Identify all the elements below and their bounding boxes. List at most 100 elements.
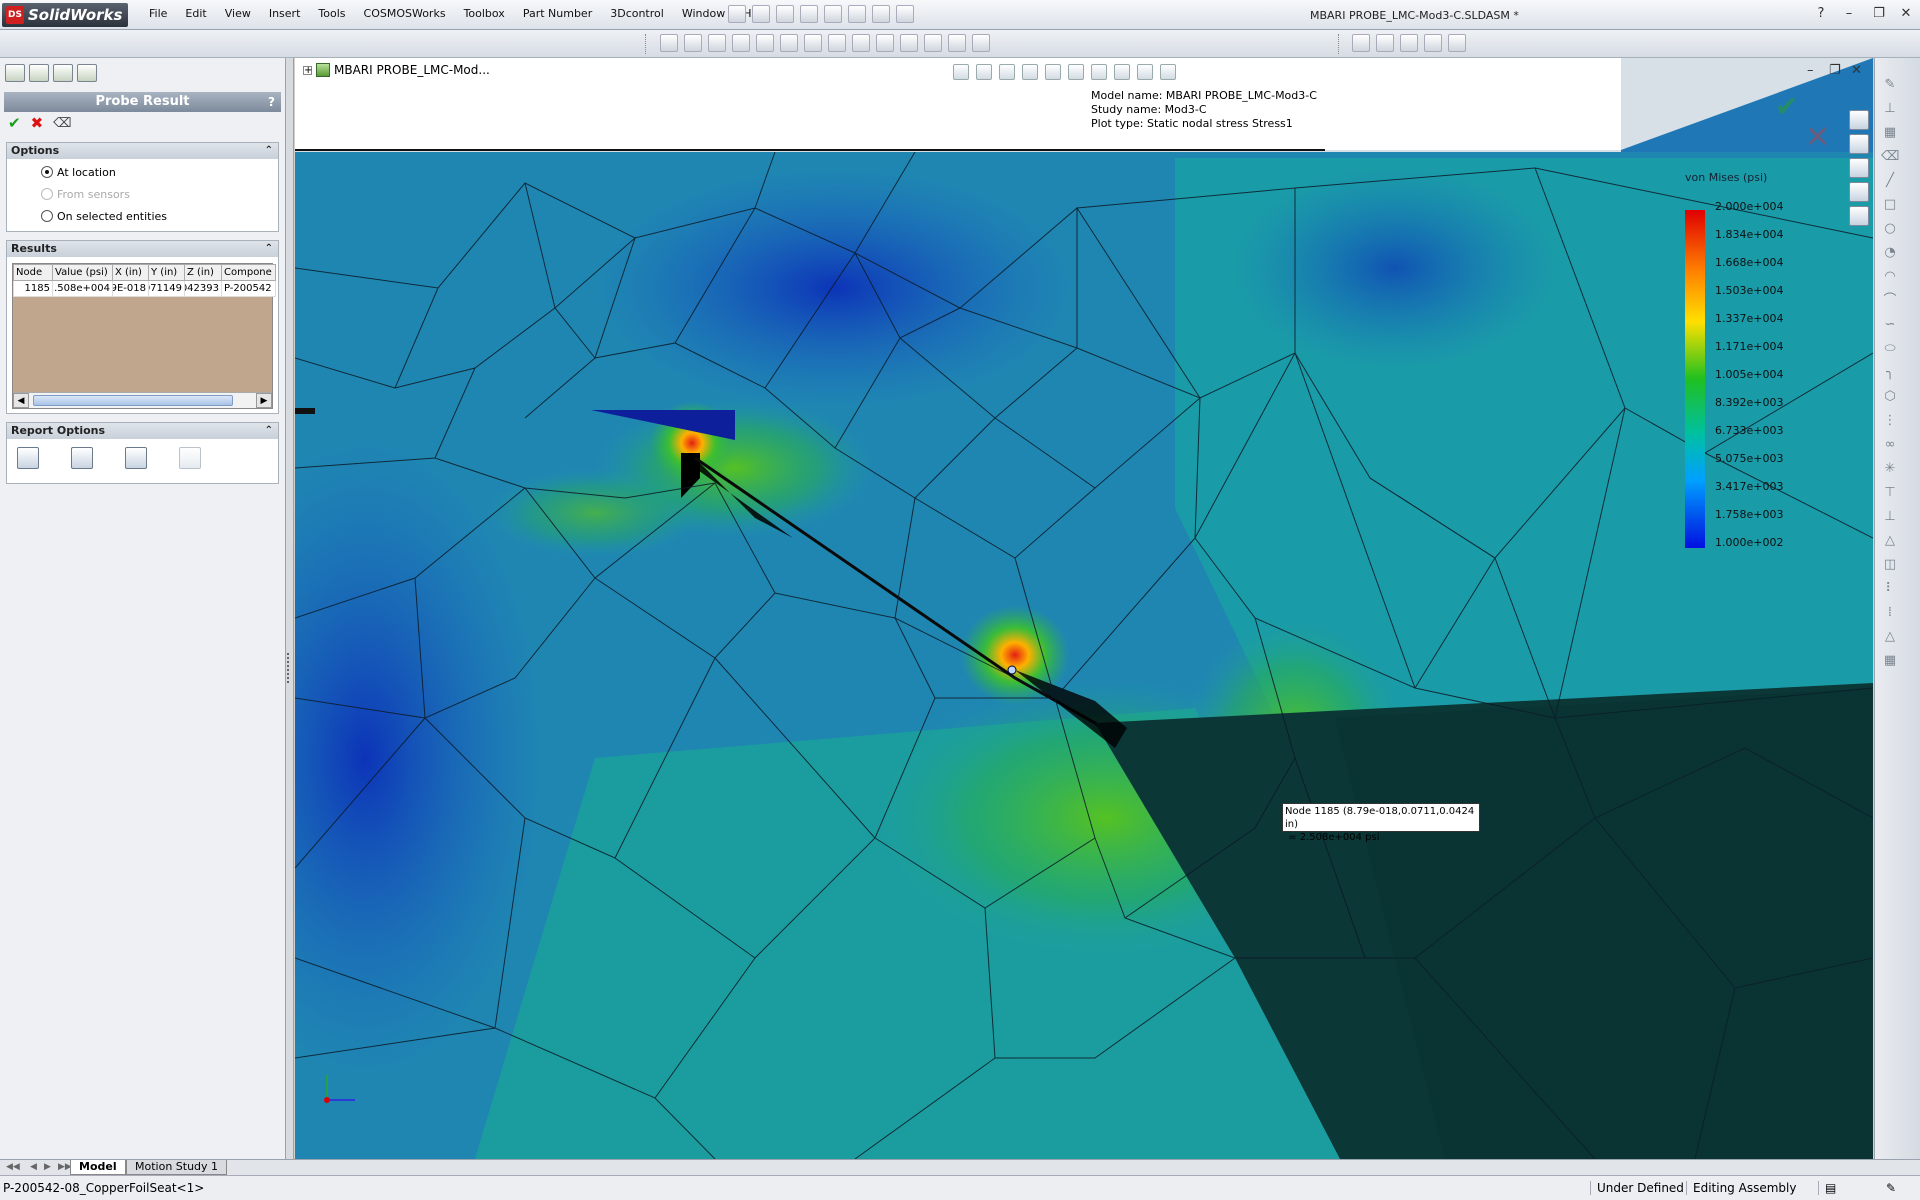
graphics-area[interactable]: + MBARI PROBE_LMC-Mod... Model name: MBA… (295, 58, 1873, 1159)
plot-graph-icon[interactable] (125, 447, 147, 469)
tab-model[interactable]: Model (70, 1160, 126, 1175)
expand-icon[interactable]: + (303, 65, 312, 75)
first-tab-icon[interactable]: ◀◀ (6, 1162, 20, 1172)
solidworks-logo[interactable]: DS SolidWorks (2, 3, 128, 27)
polygon-icon[interactable]: ⬡ (1881, 388, 1899, 406)
record-icon[interactable] (1400, 34, 1418, 52)
zoom-to-fit-icon[interactable] (953, 64, 969, 80)
trim-icon[interactable]: ⊤ (1881, 484, 1899, 502)
save-icon[interactable] (776, 5, 794, 23)
options-group-header[interactable]: Options ⌃ (7, 143, 278, 159)
previous-view-icon[interactable] (999, 64, 1015, 80)
panel-splitter[interactable] (286, 58, 294, 1159)
menu-tools[interactable]: Tools (309, 7, 354, 20)
results-group-header[interactable]: Results ⌃ (7, 241, 278, 257)
centerline-icon[interactable]: ⋮ (1881, 412, 1899, 430)
hide-show-items-icon[interactable] (1091, 64, 1107, 80)
tab-motion-study-1[interactable]: Motion Study 1 (126, 1160, 228, 1175)
pushpin-icon[interactable]: ⌫ (53, 116, 71, 131)
menu-view[interactable]: View (216, 7, 260, 20)
menu-edit[interactable]: Edit (176, 7, 215, 20)
column-header[interactable]: Compone (221, 264, 276, 281)
radio-button-icon[interactable] (41, 210, 53, 222)
scroll-left-icon[interactable]: ◀ (13, 393, 29, 408)
new-document-icon[interactable] (728, 5, 746, 23)
rotate-component-icon[interactable] (732, 34, 750, 52)
pattern-icon[interactable]: ⁞ (1881, 604, 1899, 622)
hide-show-icon[interactable] (828, 34, 846, 52)
design-library-icon[interactable] (1849, 134, 1869, 154)
insert-component-icon[interactable] (660, 34, 678, 52)
grid-icon[interactable]: ▦ (1881, 124, 1899, 142)
sketch-icon[interactable]: ✎ (1881, 76, 1899, 94)
move-entities-icon[interactable]: ⠇ (1881, 580, 1899, 598)
column-header[interactable]: Z (in) (184, 264, 222, 281)
assembly-features-icon[interactable] (876, 34, 894, 52)
menu-3dcontrol[interactable]: 3Dcontrol (601, 7, 673, 20)
collapse-chevron-icon[interactable]: ⌃ (265, 423, 273, 439)
option-on-selected-entities[interactable]: On selected entities (7, 205, 278, 227)
column-header[interactable]: X (in) (112, 264, 149, 281)
rectangle-icon[interactable]: □ (1881, 196, 1899, 214)
menu-part-number[interactable]: Part Number (514, 7, 601, 20)
collapse-chevron-icon[interactable]: ⌃ (265, 241, 273, 257)
new-motion-study-icon[interactable] (924, 34, 942, 52)
collapse-chevron-icon[interactable]: ⌃ (265, 143, 273, 159)
quick-tips-icon[interactable]: ▤ (1818, 1181, 1836, 1195)
menu-cosmosworks[interactable]: COSMOSWorks (355, 7, 455, 20)
view-palette-icon[interactable] (1849, 182, 1869, 202)
print-icon[interactable] (800, 5, 818, 23)
rebuild-icon[interactable] (872, 5, 890, 23)
appearances-icon[interactable] (1849, 206, 1869, 226)
next-tab-icon[interactable]: ▶ (44, 1162, 51, 1172)
help-icon[interactable]: ? (268, 92, 275, 112)
relations-icon[interactable]: △ (1881, 628, 1899, 646)
save-as-sensor-icon[interactable] (17, 447, 39, 469)
prev-tab-icon[interactable]: ◀ (30, 1162, 37, 1172)
zoom-to-area-icon[interactable] (976, 64, 992, 80)
line-icon[interactable]: ╱ (1881, 172, 1899, 190)
point-icon[interactable]: ✳ (1881, 460, 1899, 478)
ok-check-icon[interactable]: ✔ (8, 114, 21, 132)
tangent-arc-icon[interactable]: ⌒ (1881, 292, 1899, 310)
option-at-location[interactable]: At location (7, 161, 278, 183)
graphics-close-icon[interactable]: ✕ (1851, 63, 1862, 78)
offset-icon[interactable]: △ (1881, 532, 1899, 550)
apply-scene-icon[interactable] (1137, 64, 1153, 80)
splitter-grip-icon[interactable] (287, 653, 292, 683)
circle-icon[interactable]: ○ (1881, 220, 1899, 238)
menu-window[interactable]: Window (673, 7, 734, 20)
simulation-tab-icon[interactable] (77, 64, 97, 82)
select-icon[interactable] (848, 5, 866, 23)
move-component-icon[interactable] (708, 34, 726, 52)
stop-icon[interactable] (1376, 34, 1394, 52)
instant3d-icon[interactable] (972, 34, 990, 52)
rebuild-status-icon[interactable]: ✎ (1880, 1181, 1896, 1195)
edit-component-icon[interactable] (852, 34, 870, 52)
restore-icon[interactable]: ❐ (1870, 6, 1888, 21)
column-header[interactable]: Node (13, 264, 53, 281)
mirror-icon[interactable]: ◫ (1881, 556, 1899, 574)
reference-geometry-icon[interactable] (900, 34, 918, 52)
perimeter-circle-icon[interactable]: ◔ (1881, 244, 1899, 262)
calculate-icon[interactable] (1448, 34, 1466, 52)
arc-icon[interactable]: ◠ (1881, 268, 1899, 286)
column-header[interactable]: Value (psi) (52, 264, 113, 281)
options-icon[interactable] (896, 5, 914, 23)
file-explorer-icon[interactable] (1849, 158, 1869, 178)
cancel-x-icon[interactable]: ✖ (31, 114, 44, 132)
play-icon[interactable] (1352, 34, 1370, 52)
help-menu-icon[interactable]: ? (1812, 6, 1830, 21)
report-options-header[interactable]: Report Options ⌃ (7, 423, 278, 439)
bill-of-materials-icon[interactable] (948, 34, 966, 52)
ellipse-icon[interactable]: ⬭ (1881, 340, 1899, 358)
exploded-view-icon[interactable] (780, 34, 798, 52)
menu-toolbox[interactable]: Toolbox (455, 7, 514, 20)
open-icon[interactable] (752, 5, 770, 23)
interference-icon[interactable] (804, 34, 822, 52)
menu-insert[interactable]: Insert (260, 7, 310, 20)
confirmation-cancel-icon[interactable]: ✕ (1805, 120, 1830, 155)
extend-icon[interactable]: ⊥ (1881, 508, 1899, 526)
minimize-icon[interactable]: – (1840, 6, 1858, 21)
feature-tree-tab-icon[interactable] (5, 64, 25, 82)
